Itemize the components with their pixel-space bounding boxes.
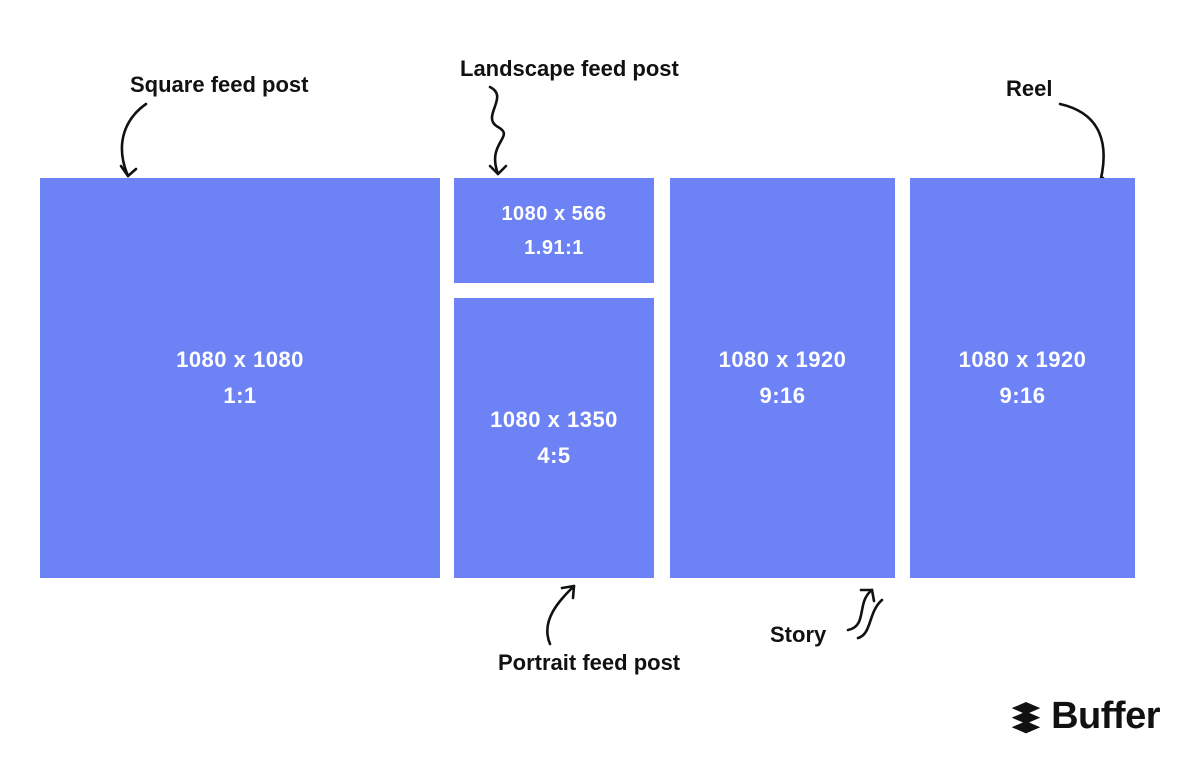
label-portrait: Portrait feed post (498, 650, 680, 676)
arrow-to-square (96, 98, 176, 188)
arrow-to-story (838, 582, 898, 642)
box-square: 1080 x 1080 1:1 (40, 178, 440, 578)
box-reel: 1080 x 1920 9:16 (910, 178, 1135, 578)
brand: Buffer (1009, 695, 1160, 738)
box-story-ratio: 9:16 (759, 383, 805, 409)
box-square-ratio: 1:1 (223, 383, 256, 409)
box-landscape-ratio: 1.91:1 (524, 236, 584, 260)
box-landscape: 1080 x 566 1.91:1 (454, 178, 654, 283)
brand-name: Buffer (1051, 695, 1160, 738)
box-reel-ratio: 9:16 (999, 383, 1045, 409)
box-landscape-dims: 1080 x 566 (501, 202, 606, 226)
box-portrait: 1080 x 1350 4:5 (454, 298, 654, 578)
box-square-dims: 1080 x 1080 (176, 347, 304, 373)
arrow-to-portrait (530, 580, 600, 650)
label-reel: Reel (1006, 76, 1052, 102)
arrow-to-landscape (470, 82, 540, 182)
box-portrait-dims: 1080 x 1350 (490, 407, 618, 433)
brand-logo-icon (1009, 700, 1043, 734)
diagram-stage: Square feed post Landscape feed post Ree… (0, 0, 1200, 768)
box-story-dims: 1080 x 1920 (719, 347, 847, 373)
box-story: 1080 x 1920 9:16 (670, 178, 895, 578)
label-square: Square feed post (130, 72, 308, 98)
label-story: Story (770, 622, 826, 648)
box-reel-dims: 1080 x 1920 (959, 347, 1087, 373)
label-landscape: Landscape feed post (460, 56, 679, 82)
box-portrait-ratio: 4:5 (537, 443, 570, 469)
